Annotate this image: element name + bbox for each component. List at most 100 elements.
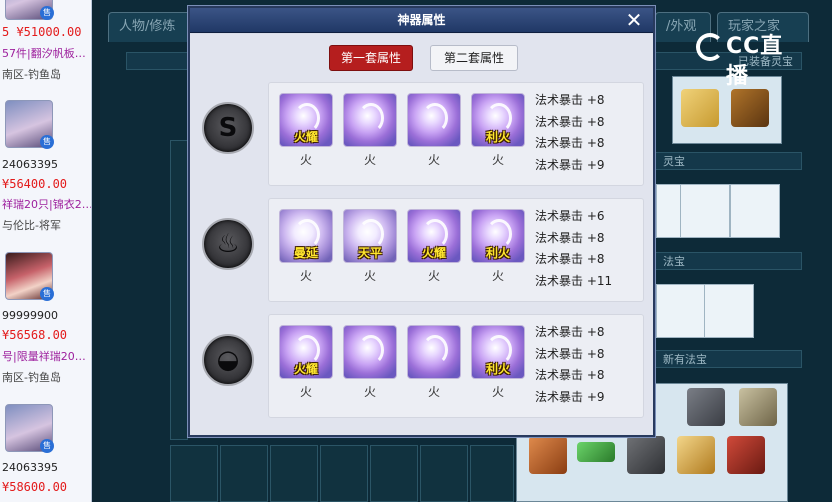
inventory-cell[interactable]	[170, 445, 218, 502]
gem-slot[interactable]: 利火 火	[471, 325, 525, 399]
gem-label: 利火	[485, 362, 510, 376]
tab-second-set[interactable]: 第二套属性	[430, 45, 518, 71]
gem-slot[interactable]: 火耀 火	[407, 209, 461, 283]
gem-element: 火	[299, 269, 312, 283]
gem-slot[interactable]: 火	[407, 325, 461, 399]
lingbao-header: 灵宝	[654, 152, 802, 170]
lingbao-icon[interactable]	[681, 89, 719, 127]
listing-server: 与伦比-将军	[2, 219, 61, 232]
gem-icon[interactable]	[407, 325, 461, 379]
stat-list: 法术暴击 +8 法术暴击 +8 法术暴击 +8 法术暴击 +9	[535, 322, 605, 408]
lingbao-icon[interactable]	[731, 89, 769, 127]
sell-badge: 售	[40, 439, 54, 453]
cauldron-rune-icon: ◒	[202, 334, 254, 386]
cc-live-logo: CC直播	[696, 32, 806, 89]
stat-line: 法术暴击 +8	[535, 136, 605, 150]
gem-slot[interactable]: 火耀 火	[279, 325, 333, 399]
set-panel-2: 曼延 火 天平 火 火耀 火 利火 火 法术暴击 +6 法术暴击 +8 法术暴击…	[268, 198, 644, 302]
fabao-item-icon[interactable]	[529, 436, 567, 474]
fabao-item-icon[interactable]	[739, 388, 777, 426]
emblem-glyph: ◒	[216, 345, 240, 375]
close-button[interactable]: ✕	[623, 9, 645, 31]
listing-id: 24063395	[2, 461, 58, 474]
fabao-item-icon[interactable]	[627, 436, 665, 474]
gem-element: 火	[427, 153, 440, 167]
dialog-titlebar[interactable]: 神器属性 ✕	[190, 8, 653, 33]
gem-element: 火	[427, 385, 440, 399]
gem-label: 利火	[485, 246, 510, 260]
listing-price: ¥56568.00	[2, 328, 68, 342]
stat-list: 法术暴击 +6 法术暴击 +8 法术暴击 +8 法术暴击 +11	[535, 206, 612, 292]
set-panel-1: 火耀 火 火 火 利火 火 法术暴击 +8 法术暴击 +8 法术暴击 +8 法术…	[268, 82, 644, 186]
gem-slot[interactable]: 火	[407, 93, 461, 167]
sell-badge: 售	[40, 287, 54, 301]
fabao-item-icon[interactable]	[727, 436, 765, 474]
gem-icon[interactable]	[343, 93, 397, 147]
listing-server: 南区-钓鱼岛	[2, 68, 61, 81]
listing-desc: 号|限量祥瑞20…	[2, 350, 86, 363]
listing-desc: 祥瑞20只|锦衣2…	[2, 198, 92, 211]
emblem-glyph: ♨	[216, 229, 240, 259]
gem-slot[interactable]: 利火 火	[471, 93, 525, 167]
fabao-slot[interactable]	[704, 284, 754, 338]
gem-icon[interactable]: 火耀	[279, 325, 333, 379]
stat-line: 法术暴击 +8	[535, 346, 605, 361]
emblem-glyph: S	[218, 113, 238, 143]
sell-badge: 售	[40, 6, 54, 20]
fabao-item-icon[interactable]	[677, 436, 715, 474]
gem-icon[interactable]: 火耀	[279, 93, 333, 147]
gem-element: 火	[491, 385, 504, 399]
gem-icon[interactable]: 火耀	[407, 209, 461, 263]
fabao-item-icon[interactable]	[577, 442, 615, 462]
stat-line: 法术暴击 +11	[535, 273, 613, 288]
gem-icon[interactable]	[407, 93, 461, 147]
gem-label: 火耀	[293, 362, 318, 376]
gem-slot[interactable]: 火	[343, 93, 397, 167]
gem-icon[interactable]: 曼延	[279, 209, 333, 263]
gem-slot[interactable]: 火耀 火	[279, 93, 333, 167]
gem-slot[interactable]: 火	[343, 325, 397, 399]
gem-element: 火	[427, 269, 440, 283]
listing-column: 售 5 ¥51000.00 57件|翻汐帆板… 南区-钓鱼岛 售 2406339…	[0, 0, 92, 502]
listing-id: 24063395	[2, 158, 58, 171]
gem-icon[interactable]: 利火	[471, 325, 525, 379]
gem-slot[interactable]: 曼延 火	[279, 209, 333, 283]
inventory-cell[interactable]	[270, 445, 318, 502]
tab-character[interactable]: 人物/修炼	[108, 12, 192, 42]
gem-label: 利火	[485, 130, 510, 144]
gem-icon[interactable]: 利火	[471, 93, 525, 147]
lingbao-slot[interactable]	[680, 184, 730, 238]
lingbao-slot[interactable]	[730, 184, 780, 238]
gem-slot[interactable]: 利火 火	[471, 209, 525, 283]
stat-line: 法术暴击 +8	[535, 325, 605, 339]
stat-line: 法术暴击 +8	[535, 252, 605, 266]
gem-icon[interactable]	[343, 325, 397, 379]
inventory-cell[interactable]	[220, 445, 268, 502]
dialog-title: 神器属性	[397, 13, 446, 27]
gem-slot[interactable]: 天平 火	[343, 209, 397, 283]
section-header	[126, 52, 196, 70]
gem-icon[interactable]: 利火	[471, 209, 525, 263]
gem-label: 曼延	[293, 246, 318, 260]
set-panel-3: 火耀 火 火 火 利火 火 法术暴击 +8 法术暴击 +8 法术暴击 +8 法术…	[268, 314, 644, 418]
listing-price: ¥56400.00	[2, 177, 68, 191]
gem-icon[interactable]: 天平	[343, 209, 397, 263]
fabao-item-icon[interactable]	[687, 388, 725, 426]
inventory-cell[interactable]	[370, 445, 418, 502]
gem-label: 天平	[357, 246, 382, 260]
inventory-cell[interactable]	[420, 445, 468, 502]
stat-line: 法术暴击 +9	[535, 389, 605, 404]
fabao-slot[interactable]	[656, 284, 706, 338]
gem-label: 火耀	[293, 130, 318, 144]
artifact-attributes-dialog: 神器属性 ✕ 第一套属性 第二套属性 S 火耀 火 火 火 利火 火 法术暴击 …	[188, 6, 655, 437]
tab-first-set[interactable]: 第一套属性	[329, 45, 413, 71]
stat-line: 法术暴击 +8	[535, 114, 605, 129]
cc-logo-text: CC直播	[726, 34, 784, 89]
inventory-cell[interactable]	[320, 445, 368, 502]
stat-line: 法术暴击 +8	[535, 93, 605, 107]
stat-line: 法术暴击 +8	[535, 368, 605, 382]
gem-label: 火耀	[421, 246, 446, 260]
dialog-body: 第一套属性 第二套属性 S 火耀 火 火 火 利火 火 法术暴击 +8 法术暴击…	[190, 34, 653, 435]
flame-rune-icon: ♨	[202, 218, 254, 270]
inventory-cell[interactable]	[470, 445, 514, 502]
